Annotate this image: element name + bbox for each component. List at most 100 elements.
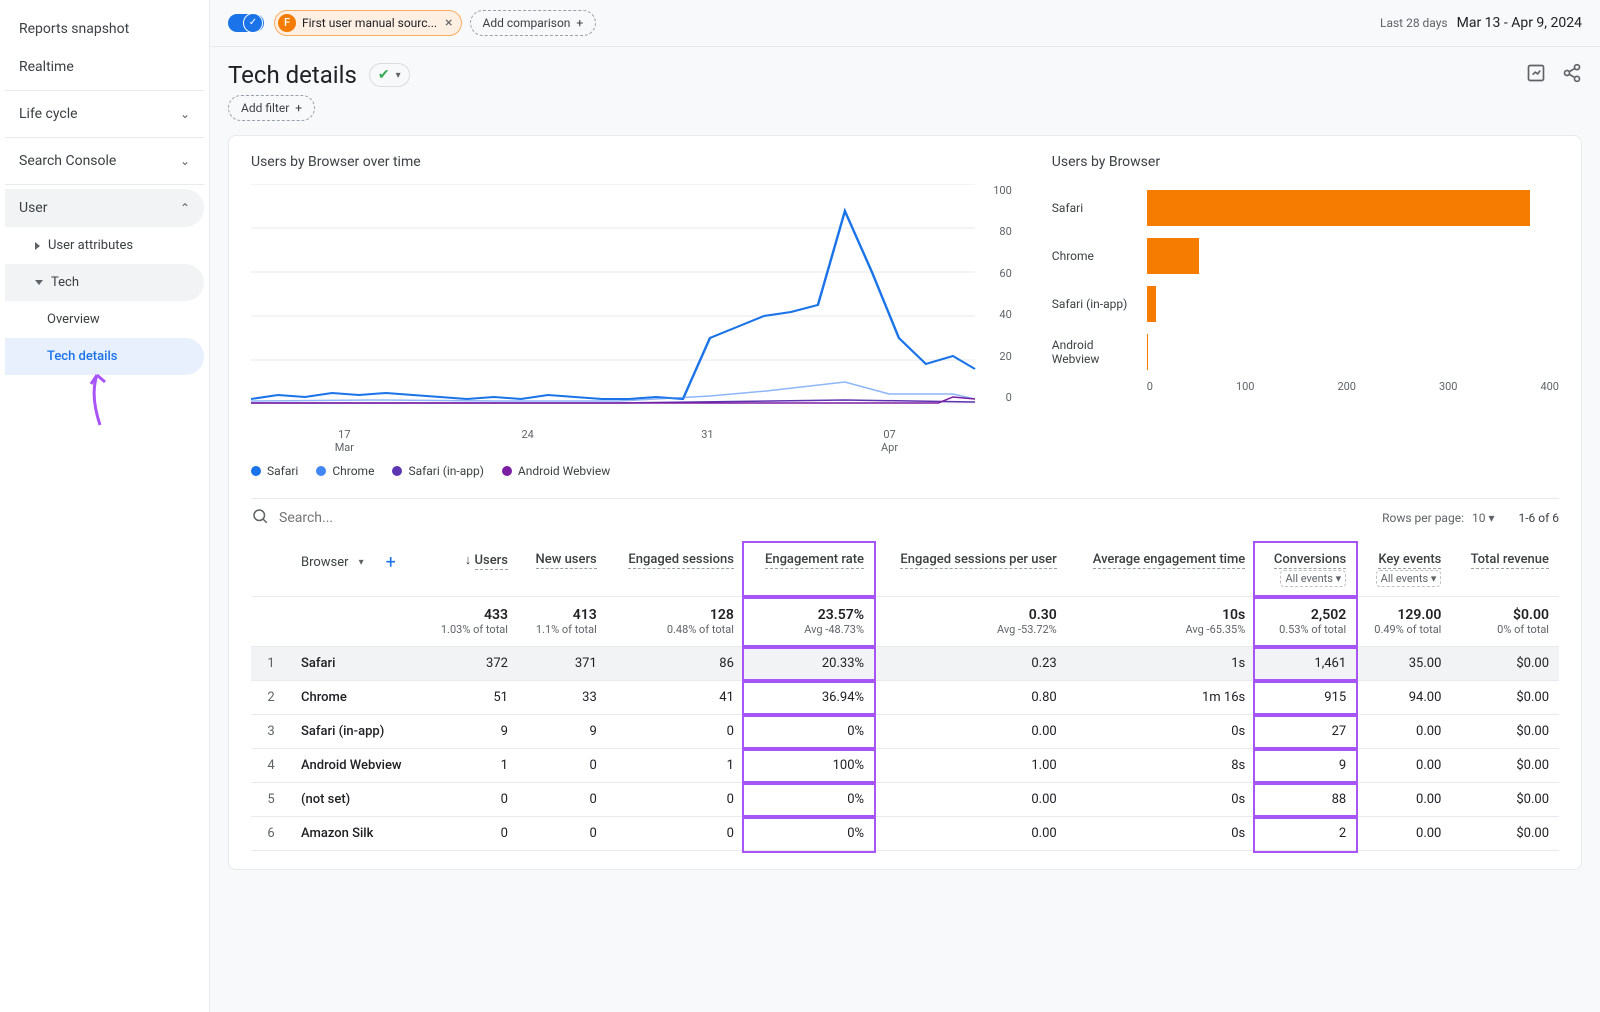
- search-input[interactable]: [279, 510, 479, 526]
- page-title: Tech details: [228, 61, 357, 89]
- col-users[interactable]: ↓ Users: [423, 543, 518, 597]
- row-number: 3: [251, 715, 291, 749]
- y-axis-labels: 100806040200: [993, 184, 1012, 404]
- cell-new-users: 0: [518, 817, 607, 851]
- bar-row[interactable]: Chrome: [1052, 232, 1559, 280]
- row-number: 5: [251, 783, 291, 817]
- annotation-arrow: [85, 370, 125, 434]
- insights-icon[interactable]: [1526, 63, 1546, 88]
- table-row[interactable]: 2 Chrome 51 33 41 36.94% 0.80 1m 16s 915…: [251, 681, 1559, 715]
- cell-engagement-rate: 0%: [744, 817, 874, 851]
- chevron-up-icon: ⌃: [180, 201, 190, 215]
- nav-user-attributes-label: User attributes: [48, 238, 133, 253]
- add-comparison-label: Add comparison: [483, 16, 571, 30]
- chevron-down-icon: ⌄: [180, 107, 190, 121]
- bar-chart[interactable]: Safari Chrome Safari (in-app) Android We…: [1052, 184, 1559, 424]
- search-icon[interactable]: [251, 507, 269, 529]
- col-avg-time[interactable]: Average engagement time: [1067, 543, 1256, 597]
- cell-users: 51: [423, 681, 518, 715]
- add-dimension-button[interactable]: +: [386, 552, 396, 573]
- date-range-picker[interactable]: Last 28 days Mar 13 - Apr 9, 2024: [1380, 15, 1582, 31]
- cell-users: 9: [423, 715, 518, 749]
- cell-key-events: 0.00: [1356, 749, 1451, 783]
- cell-key-events: 0.00: [1356, 715, 1451, 749]
- line-chart-legend: Safari Chrome Safari (in-app) Android We…: [251, 464, 1012, 478]
- cell-new-users: 33: [518, 681, 607, 715]
- add-filter-label: Add filter: [241, 101, 289, 115]
- rows-per-page-select[interactable]: 10 ▾: [1472, 511, 1495, 525]
- add-filter-button[interactable]: Add filter +: [228, 95, 315, 121]
- col-new-users[interactable]: New users: [518, 543, 607, 597]
- cell-engaged-per-user: 0.00: [874, 817, 1067, 851]
- cell-new-users: 9: [518, 715, 607, 749]
- bar-row[interactable]: Android Webview: [1052, 328, 1559, 376]
- nav-tech-overview[interactable]: Overview: [5, 301, 204, 338]
- cell-engaged-sessions: 0: [607, 817, 744, 851]
- nav-search-console[interactable]: Search Console ⌄: [5, 142, 204, 180]
- nav-user[interactable]: User ⌃: [5, 189, 204, 227]
- table-row[interactable]: 6 Amazon Silk 0 0 0 0% 0.00 0s 2 0.00 $0…: [251, 817, 1559, 851]
- col-conversions[interactable]: ConversionsAll events ▾: [1255, 543, 1356, 597]
- cell-engaged-per-user: 0.23: [874, 647, 1067, 681]
- sidebar: Reports snapshot Realtime Life cycle ⌄ S…: [0, 0, 210, 1012]
- bar-row[interactable]: Safari (in-app): [1052, 280, 1559, 328]
- report-card: Users by Browser over time 10: [228, 135, 1582, 870]
- main-content: F First user manual sourc... × Add compa…: [210, 0, 1600, 1012]
- table-row[interactable]: 4 Android Webview 1 0 1 100% 1.00 8s 9 0…: [251, 749, 1559, 783]
- table-row[interactable]: 1 Safari 372 371 86 20.33% 0.23 1s 1,461…: [251, 647, 1559, 681]
- add-comparison-button[interactable]: Add comparison +: [470, 10, 597, 36]
- nav-tech[interactable]: Tech: [5, 264, 204, 301]
- cell-users: 0: [423, 817, 518, 851]
- cell-new-users: 371: [518, 647, 607, 681]
- filter-chip[interactable]: F First user manual sourc... ×: [274, 10, 462, 36]
- col-revenue[interactable]: Total revenue: [1451, 543, 1559, 597]
- share-icon[interactable]: [1562, 63, 1582, 88]
- cell-engaged-sessions: 1: [607, 749, 744, 783]
- data-table: Browser ▾ + ↓ Users New users Engaged se…: [251, 543, 1559, 851]
- line-chart[interactable]: 100806040200: [251, 184, 1012, 424]
- col-key-events[interactable]: Key eventsAll events ▾: [1356, 543, 1451, 597]
- comparison-toggle[interactable]: [228, 14, 264, 32]
- cell-engaged-per-user: 1.00: [874, 749, 1067, 783]
- cell-conversions: 915: [1255, 681, 1356, 715]
- cell-engagement-rate: 20.33%: [744, 647, 874, 681]
- chip-remove-icon[interactable]: ×: [445, 15, 452, 31]
- cell-new-users: 0: [518, 749, 607, 783]
- chip-label: First user manual sourc...: [302, 16, 437, 30]
- cell-engagement-rate: 36.94%: [744, 681, 874, 715]
- col-engaged-per-user[interactable]: Engaged sessions per user: [874, 543, 1067, 597]
- chip-badge: F: [278, 14, 296, 32]
- dimension-header[interactable]: Browser ▾ +: [291, 543, 423, 597]
- chevron-down-icon: ▾: [359, 557, 364, 568]
- bar-row[interactable]: Safari: [1052, 184, 1559, 232]
- cell-revenue: $0.00: [1451, 681, 1559, 715]
- nav-user-attributes[interactable]: User attributes: [5, 227, 204, 264]
- row-number: 4: [251, 749, 291, 783]
- bar-label: Chrome: [1052, 249, 1147, 263]
- cell-avg-time: 0s: [1067, 783, 1256, 817]
- cell-engaged-sessions: 0: [607, 783, 744, 817]
- bar-label: Safari (in-app): [1052, 297, 1147, 311]
- cell-revenue: $0.00: [1451, 715, 1559, 749]
- col-engagement-rate[interactable]: Engagement rate: [744, 543, 874, 597]
- cell-avg-time: 0s: [1067, 715, 1256, 749]
- x-axis-labels: 17Mar 24 31 07Apr: [251, 424, 1012, 454]
- bar-label: Safari: [1052, 201, 1147, 215]
- cell-key-events: 35.00: [1356, 647, 1451, 681]
- nav-reports-snapshot[interactable]: Reports snapshot: [5, 10, 204, 48]
- cell-key-events: 0.00: [1356, 783, 1451, 817]
- nav-realtime[interactable]: Realtime: [5, 48, 204, 86]
- table-row[interactable]: 3 Safari (in-app) 9 9 0 0% 0.00 0s 27 0.…: [251, 715, 1559, 749]
- pagination-info: 1-6 of 6: [1518, 511, 1559, 525]
- nav-life-cycle[interactable]: Life cycle ⌄: [5, 95, 204, 133]
- table-row[interactable]: 5 (not set) 0 0 0 0% 0.00 0s 88 0.00 $0.…: [251, 783, 1559, 817]
- col-engaged-sessions[interactable]: Engaged sessions: [607, 543, 744, 597]
- nav-search-console-label: Search Console: [19, 153, 116, 169]
- date-range-text: Mar 13 - Apr 9, 2024: [1457, 15, 1582, 31]
- status-badge[interactable]: ✔ ▾: [369, 63, 410, 87]
- dimension-value: Amazon Silk: [291, 817, 423, 851]
- date-label: Last 28 days: [1380, 16, 1448, 30]
- cell-users: 1: [423, 749, 518, 783]
- caret-right-icon: [35, 242, 40, 250]
- topbar: F First user manual sourc... × Add compa…: [210, 0, 1600, 47]
